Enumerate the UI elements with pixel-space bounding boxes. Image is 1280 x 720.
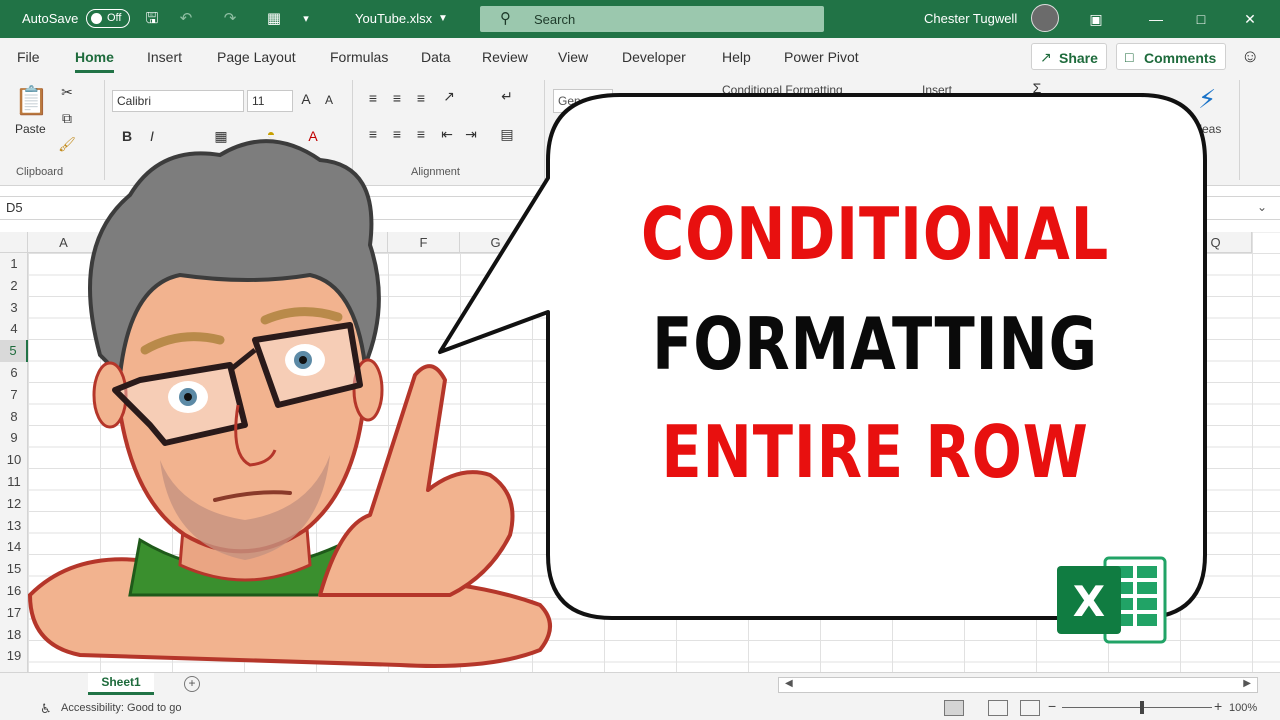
cartoon-avatar [27, 139, 552, 668]
headline-line-3: ENTIRE ROW [661, 410, 1089, 494]
headline-line-2: FORMATTING [652, 302, 1098, 386]
headline-line-1: CONDITIONAL [640, 192, 1110, 276]
excel-logo-icon: X [1057, 556, 1167, 644]
svg-text:X: X [1073, 577, 1105, 626]
